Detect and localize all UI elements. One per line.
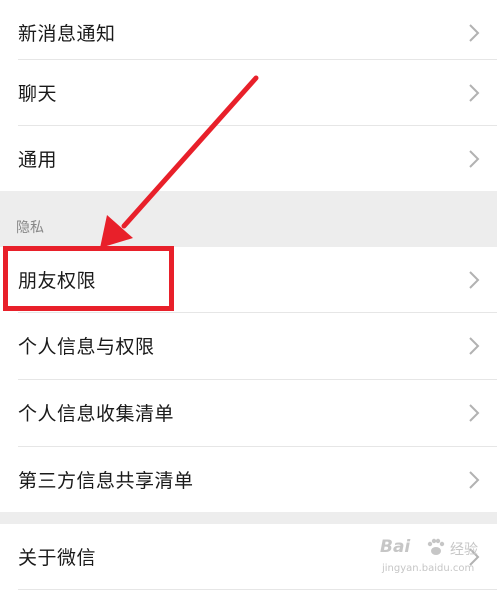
- divider: [18, 589, 497, 590]
- chevron-right-icon: [469, 270, 480, 289]
- chevron-right-icon: [469, 23, 480, 42]
- settings-item-label: 关于微信: [18, 547, 97, 569]
- chevron-right-icon: [469, 403, 480, 422]
- settings-item-label: 个人信息收集清单: [18, 403, 175, 425]
- settings-item-personal-info-collection-list[interactable]: 个人信息收集清单: [0, 380, 497, 445]
- settings-item-about-wechat[interactable]: 关于微信: [0, 524, 497, 589]
- settings-item-label: 第三方信息共享清单: [18, 470, 194, 492]
- settings-item-label: 通用: [18, 149, 58, 171]
- section-gap: [0, 512, 497, 524]
- settings-item-general[interactable]: 通用: [0, 126, 497, 191]
- chevron-right-icon: [469, 83, 480, 102]
- chevron-right-icon: [469, 470, 480, 489]
- section-header-label: 隐私: [16, 220, 44, 236]
- settings-item-friend-permissions[interactable]: 朋友权限: [0, 247, 497, 312]
- chevron-right-icon: [469, 149, 480, 168]
- settings-screen: 新消息通知 聊天 通用 隐私 朋友权限 个人信息与权限 个人信息收集清单 第三方…: [0, 0, 497, 593]
- settings-item-personal-info-permissions[interactable]: 个人信息与权限: [0, 313, 497, 378]
- chevron-right-icon: [469, 336, 480, 355]
- settings-item-chat[interactable]: 聊天: [0, 60, 497, 125]
- settings-item-label: 个人信息与权限: [18, 336, 155, 358]
- chevron-right-icon: [469, 547, 480, 566]
- settings-item-label: 新消息通知: [18, 23, 116, 45]
- settings-item-label: 聊天: [18, 83, 58, 105]
- settings-item-new-message-notification[interactable]: 新消息通知: [0, 0, 497, 65]
- section-header-privacy: 隐私: [0, 191, 497, 247]
- settings-item-third-party-sharing-list[interactable]: 第三方信息共享清单: [0, 447, 497, 512]
- settings-item-label: 朋友权限: [18, 270, 97, 292]
